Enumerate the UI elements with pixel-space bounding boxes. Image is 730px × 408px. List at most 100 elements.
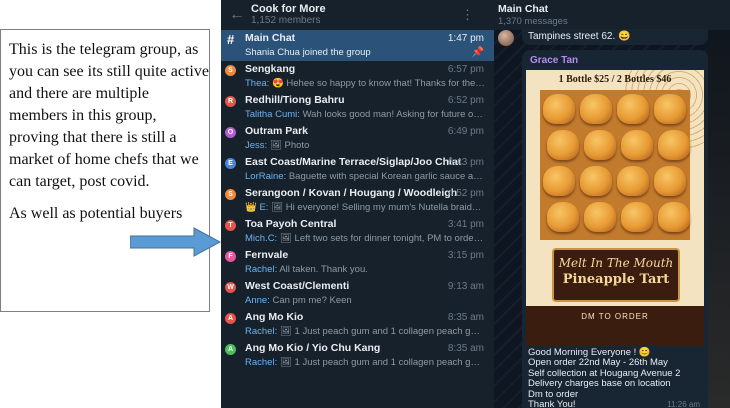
chat-preview-text: Wah looks good man! Asking for future or…	[302, 109, 485, 120]
chat-list-item[interactable]: S Sengkang 6:57 pm Thea: 😍 Hehee so happy t…	[221, 61, 494, 92]
message-bubble[interactable]: Grace Tan 1 Bottle $25 / 2 Bottles $46 M…	[522, 50, 708, 408]
pineapple-tart-image	[617, 94, 649, 124]
chat-title: Outram Park	[245, 125, 309, 137]
group-title: Cook for More	[251, 3, 326, 15]
chat-time: 1:47 pm	[447, 33, 484, 44]
chat-list-item[interactable]: W West Coast/Clementi 9:13 am Anne: Can pm …	[221, 278, 494, 309]
group-member-count: 1,152 members	[251, 15, 321, 26]
topic-icon: W	[225, 282, 236, 293]
pineapple-tart-image	[658, 202, 690, 232]
topic-icon: F	[225, 251, 236, 262]
pineapple-tart-image	[654, 166, 686, 196]
pineapple-tart-image	[584, 202, 616, 232]
pineapple-tart-image	[621, 202, 653, 232]
chat-list-item[interactable]: O Outram Park 6:49 pm Jess: 🖼 Photo	[221, 123, 494, 154]
product-photo[interactable]: 1 Bottle $25 / 2 Bottles $46 Melt In The…	[526, 70, 704, 346]
pineapple-tart-image	[547, 202, 579, 232]
chat-preview-text: All taken. Thank you.	[279, 264, 368, 275]
chat-preview: Rachel: All taken. Thank you.	[245, 264, 485, 275]
chat-list-item[interactable]: S Serangoon / Kovan / Hougang / Woodleigh…	[221, 185, 494, 216]
banner-title: Pineapple Tart	[562, 272, 670, 287]
chat-preview: Mich.C: 🖼 Left two sets for dinner tonig…	[245, 233, 485, 244]
annotation-paragraph-2: As well as potential buyers	[9, 205, 183, 222]
pineapple-tart-image	[617, 166, 649, 196]
back-arrow-icon[interactable]: ←	[229, 6, 251, 24]
chat-title: Ang Mo Kio	[245, 311, 304, 323]
chat-list-panel: ← Cook for More 1,152 members ⋮ # Main Ch…	[221, 0, 494, 408]
chat-preview-sender: Thea:	[245, 78, 270, 89]
chat-preview-text: Shania Chua joined the group	[245, 47, 371, 58]
chat-preview-sender: Rachel:	[245, 326, 278, 337]
topic-icon: A	[225, 344, 236, 355]
price-line: 1 Bottle $25 / 2 Bottles $46	[558, 74, 672, 85]
annotation-box: This is the telegram group, as you can s…	[0, 29, 210, 312]
chat-list-item[interactable]: A Ang Mo Kio / Yio Chu Kang 8:35 am Rachel:…	[221, 340, 494, 371]
chat-preview: Shania Chua joined the group	[245, 47, 485, 58]
pineapple-tart-image	[543, 94, 575, 124]
tart-tray	[540, 90, 690, 240]
chat-preview: Talitha Cumi: Wah looks good man! Asking…	[245, 109, 485, 120]
chat-preview: Anne: Can pm me? Keen	[245, 295, 485, 306]
chat-preview: Jess: 🖼 Photo	[245, 140, 485, 151]
chat-preview-text: Can pm me? Keen	[272, 295, 352, 306]
message-time: 11:26 am	[667, 400, 700, 408]
chat-preview: Rachel: 🖼 1 Just peach gum and 1 collage…	[245, 357, 485, 368]
chat-title: Main Chat	[245, 32, 296, 44]
chat-time: 8:35 am	[447, 312, 484, 323]
banner-tagline: Melt In The Mouth	[558, 256, 674, 270]
pin-icon: 📌	[471, 47, 484, 58]
chat-preview-text: 🖼 Hi everyone! Selling my mum's Nutella …	[271, 202, 485, 213]
group-header: ← Cook for More 1,152 members ⋮	[221, 0, 494, 30]
chat-view-panel: Main Chat 1,370 messages Tampines street…	[494, 0, 730, 408]
chat-time: 3:15 pm	[447, 250, 484, 261]
topic-icon: O	[225, 127, 236, 138]
pineapple-tart-image	[580, 94, 612, 124]
chat-preview-sender: Rachel:	[245, 357, 278, 368]
topic-icon: E	[225, 158, 236, 169]
chat-time: 8:35 am	[447, 343, 484, 354]
pineapple-tart-image	[658, 130, 690, 160]
chat-preview: LorRaine: Baguette with special Korean g…	[245, 171, 485, 182]
chat-list-item[interactable]: R Redhill/Tiong Bahru 6:52 pm Talitha Cumi:…	[221, 92, 494, 123]
chat-list-item[interactable]: A Ang Mo Kio 8:35 am Rachel: 🖼 1 Just peach…	[221, 309, 494, 340]
pineapple-tart-image	[621, 130, 653, 160]
topic-icon: S	[225, 65, 236, 76]
avatar[interactable]	[498, 30, 514, 46]
pineapple-tart-image	[580, 166, 612, 196]
message-text: Good Morning Everyone ! 😊 Open order 22nd…	[528, 347, 702, 408]
chat-preview-text: 🖼 1 Just peach gum and 1 collagen peach …	[279, 326, 485, 337]
chat-title: Ang Mo Kio / Yio Chu Kang	[245, 342, 381, 354]
chat-title: Sengkang	[245, 63, 296, 75]
chat-title: Serangoon / Kovan / Hougang / Woodleigh	[245, 187, 458, 199]
chat-title: East Coast/Marine Terrace/Siglap/Joo Chi…	[245, 156, 462, 168]
more-options-icon[interactable]: ⋮	[461, 7, 474, 23]
annotation-paragraph-1: This is the telegram group, as you can s…	[9, 41, 209, 190]
chat-preview-sender: 👑 E:	[245, 202, 269, 213]
pineapple-tart-image	[543, 166, 575, 196]
chat-title: Toa Payoh Central	[245, 218, 337, 230]
topic-icon: A	[225, 313, 236, 324]
chat-list-item[interactable]: # Main Chat 1:47 pm Shania Chua joined the…	[221, 30, 494, 61]
dm-to-order-label: DM TO ORDER	[526, 306, 704, 346]
chat-preview-sender: Anne:	[245, 295, 270, 306]
chat-header[interactable]: Main Chat 1,370 messages	[494, 0, 730, 30]
chat-time: 6:57 pm	[447, 64, 484, 75]
topic-icon: R	[225, 96, 236, 107]
chat-preview-sender: Talitha Cumi:	[245, 109, 300, 120]
previous-message-bubble[interactable]: Tampines street 62. 😄	[522, 29, 708, 45]
chat-title: Fernvale	[245, 249, 289, 261]
chat-list-item[interactable]: F Fernvale 3:15 pm Rachel: All taken. Thank…	[221, 247, 494, 278]
chat-time: 6:49 pm	[447, 126, 484, 137]
channel-hash-icon: #	[227, 32, 235, 47]
pineapple-tart-image	[547, 130, 579, 160]
message-author[interactable]: Grace Tan	[530, 55, 578, 66]
chat-list-item[interactable]: T Toa Payoh Central 3:41 pm Mich.C: 🖼 Left …	[221, 216, 494, 247]
chat-time: 6:43 pm	[447, 157, 484, 168]
chat-preview-text: Baguette with special Korean garlic sauc…	[288, 171, 485, 182]
pointer-arrow-icon	[130, 227, 222, 257]
chat-list-item[interactable]: E East Coast/Marine Terrace/Siglap/Joo Ch…	[221, 154, 494, 185]
chat-preview: Thea: 😍 Hehee so happy to know that! Tha…	[245, 78, 485, 89]
chat-preview-sender: LorRaine:	[245, 171, 287, 182]
chat-title: West Coast/Clementi	[245, 280, 350, 292]
chat-preview-sender: Rachel:	[245, 264, 278, 275]
